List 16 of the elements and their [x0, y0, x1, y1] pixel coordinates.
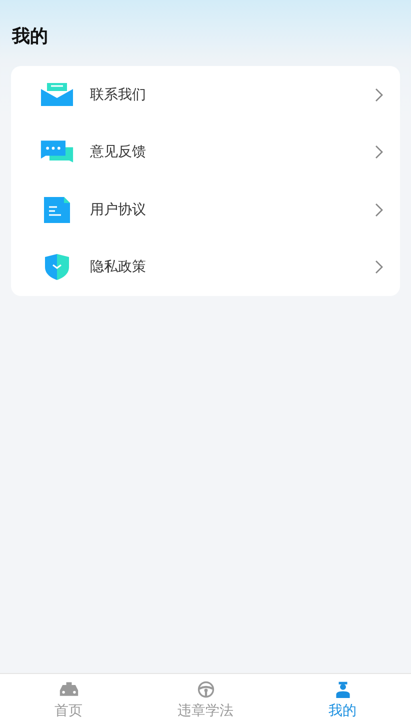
menu-item[interactable]: 联系我们: [11, 66, 400, 124]
steering-wheel-icon: [196, 680, 216, 698]
chevron-icon: [375, 260, 383, 274]
menu-item[interactable]: 意见反馈: [11, 124, 400, 181]
menu-item[interactable]: 隐私政策: [11, 238, 400, 296]
menu-item[interactable]: 用户协议: [11, 181, 400, 238]
chevron-icon: [375, 145, 383, 160]
car-icon: [58, 680, 78, 698]
menu-label: 意见反馈: [90, 143, 147, 162]
page-title: 我的: [12, 25, 48, 49]
chevron-icon: [375, 202, 383, 217]
envelope-icon: [40, 82, 74, 108]
chevron-icon: [375, 88, 383, 102]
menu-label: 联系我们: [90, 86, 147, 104]
menu-label: 用户协议: [90, 200, 147, 219]
menu-label: 隐私政策: [90, 258, 147, 276]
